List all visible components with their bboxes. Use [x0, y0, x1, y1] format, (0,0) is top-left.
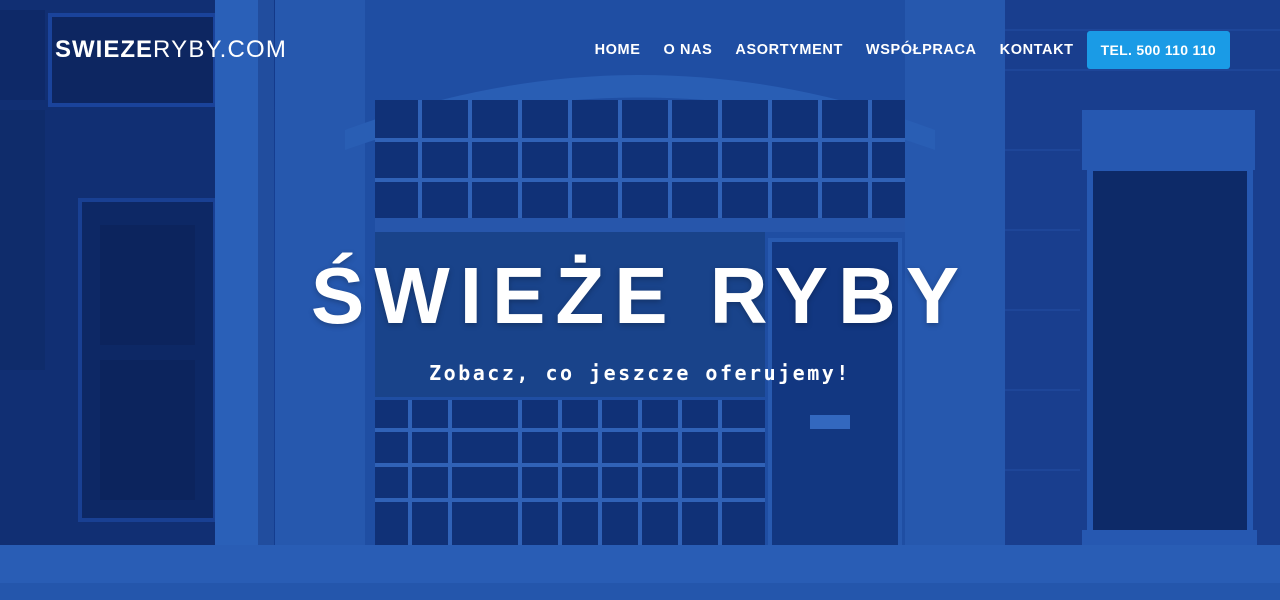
- hero-title: ŚWIEŻE RYBY: [310, 251, 970, 340]
- logo-light-text: RYBY.COM: [153, 36, 288, 63]
- nav-item-home[interactable]: HOME: [595, 42, 641, 58]
- phone-button[interactable]: TEL. 500 110 110: [1086, 31, 1230, 69]
- site-logo[interactable]: SWIEZERYBY.COM: [55, 36, 287, 64]
- nav-item-o-nas[interactable]: O NAS: [663, 42, 712, 58]
- logo-bold-text: SWIEZE: [55, 36, 154, 63]
- hero-section: SWIEZERYBY.COM HOME O NAS ASORTYMENT WSP…: [0, 0, 1280, 600]
- nav-item-kontakt[interactable]: KONTAKT: [1000, 42, 1074, 58]
- nav-item-wspolpraca[interactable]: WSPÓŁPRACA: [866, 42, 977, 58]
- nav-item-asortyment[interactable]: ASORTYMENT: [735, 42, 843, 58]
- hero-subtitle: Zobacz, co jeszcze oferujemy!: [429, 361, 851, 385]
- main-navigation: HOME O NAS ASORTYMENT WSPÓŁPRACA KONTAKT…: [572, 31, 1230, 69]
